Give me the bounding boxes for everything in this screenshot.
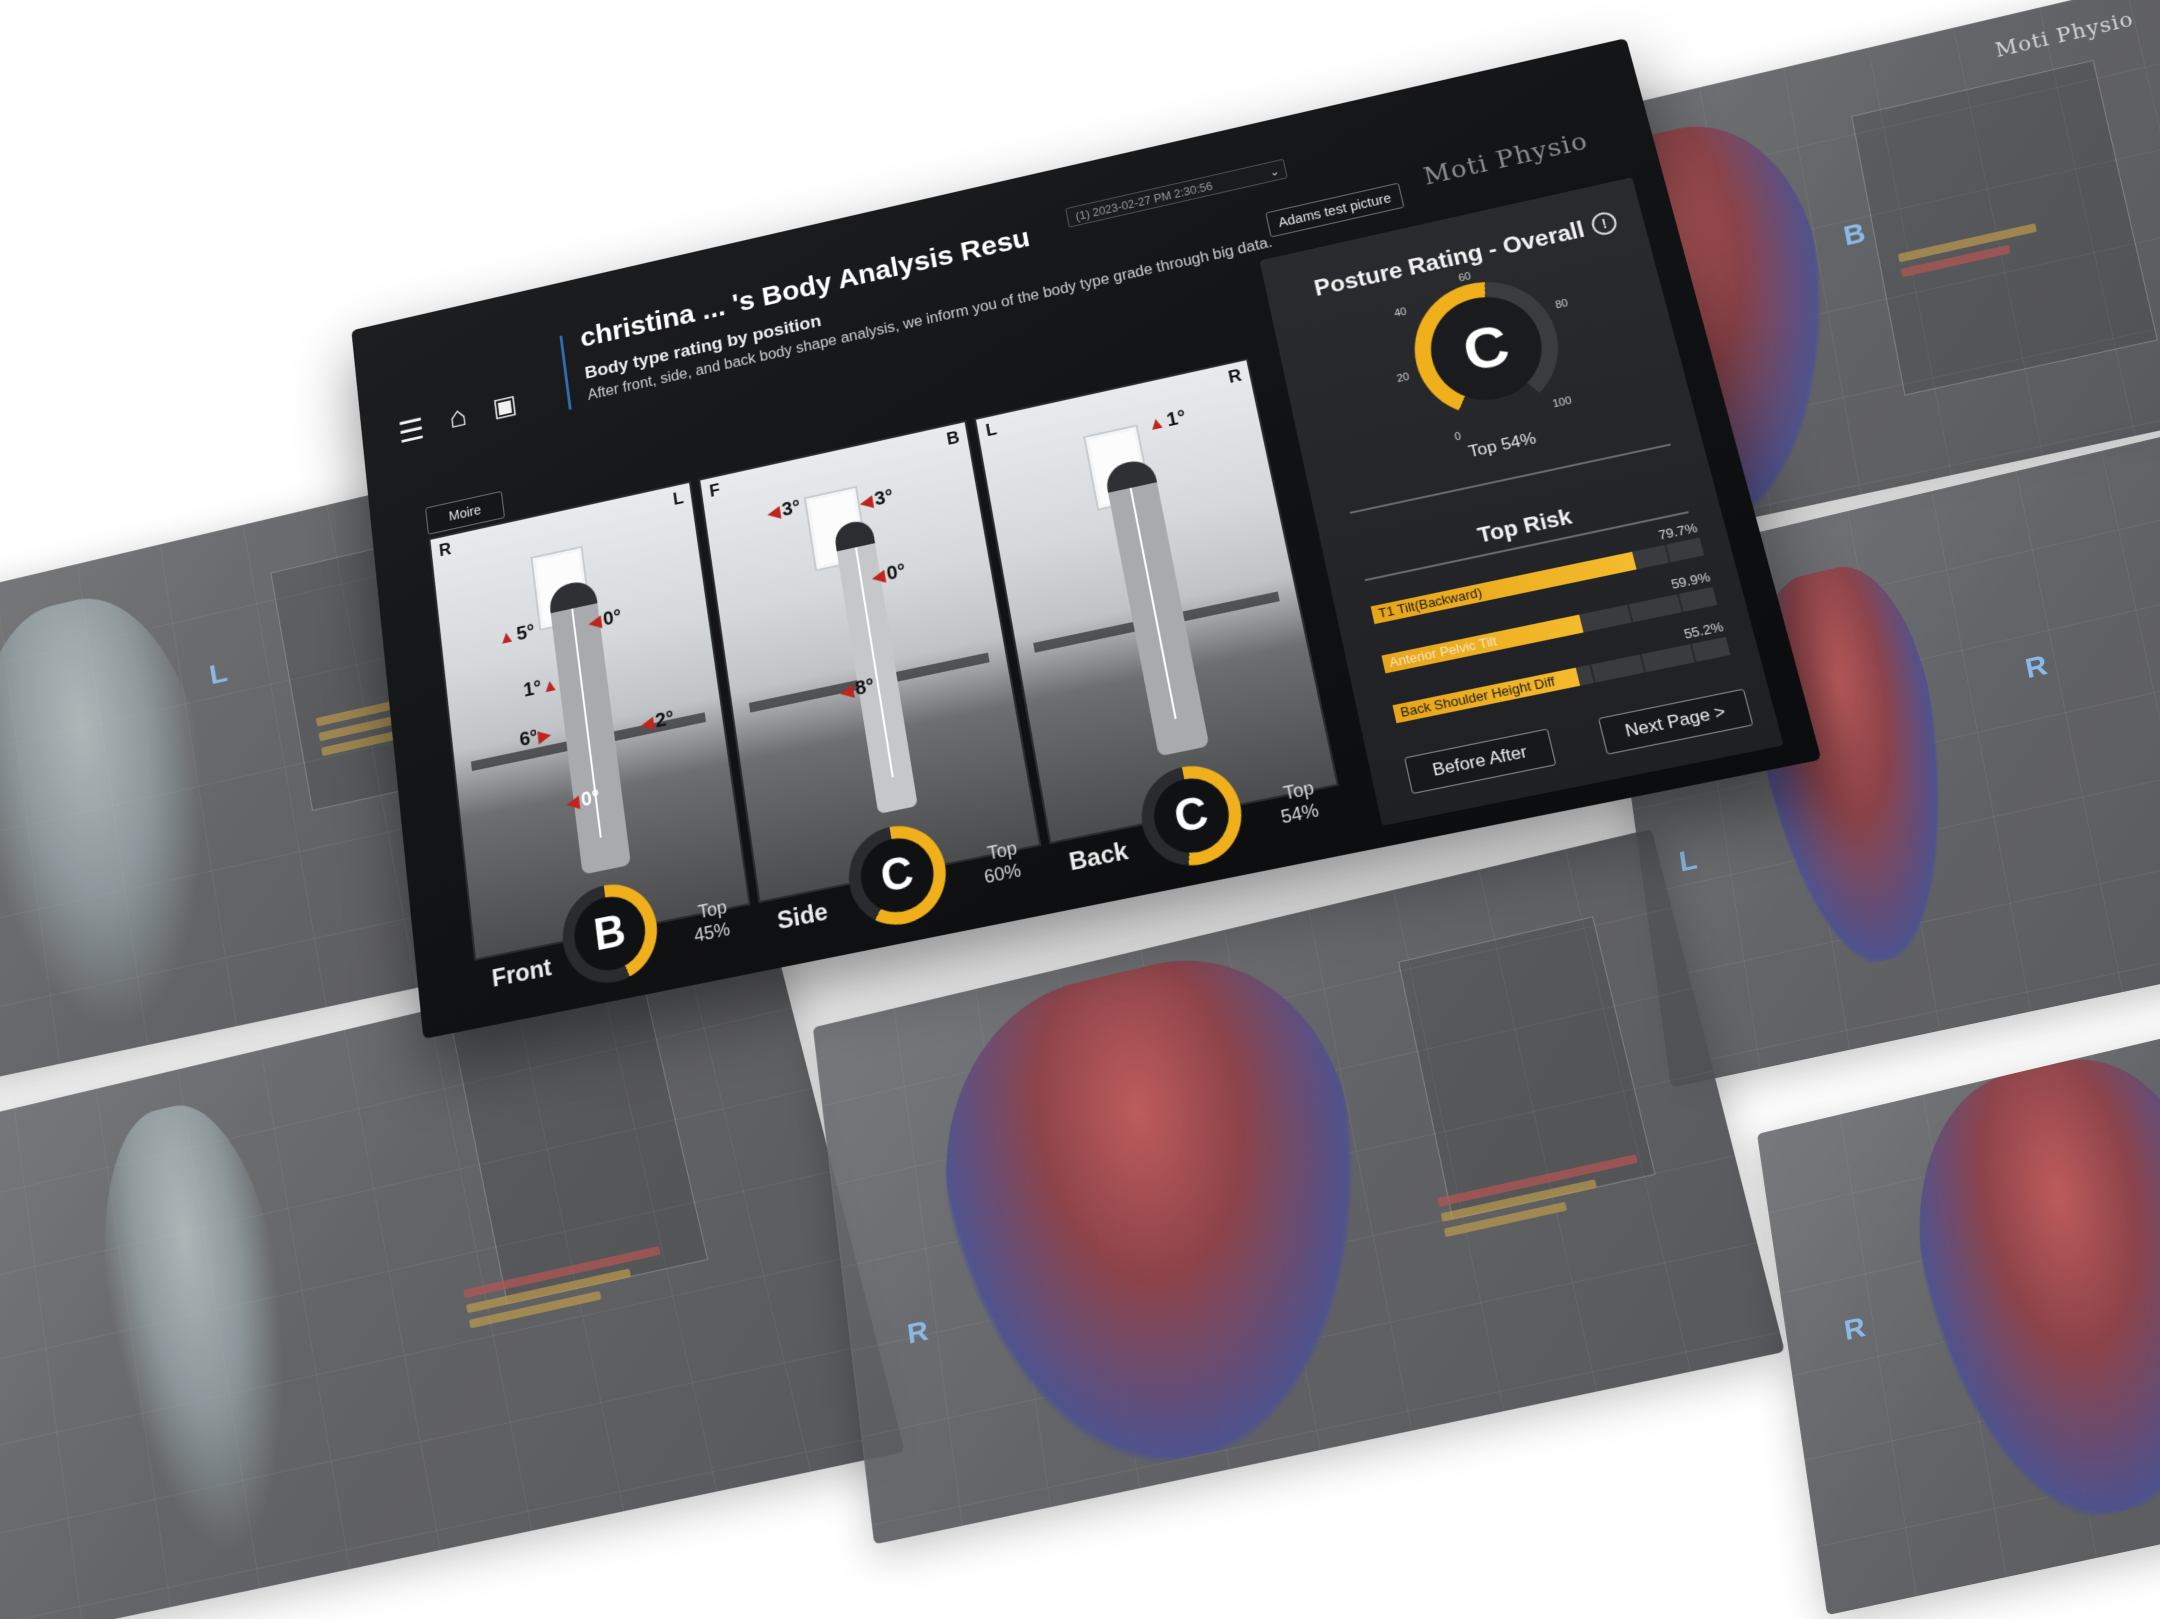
gauge-tick: 80: [1554, 297, 1570, 312]
right-marker: B: [945, 427, 961, 449]
arrow-left-icon: ◀: [870, 565, 887, 588]
top-risk-title: Top Risk: [1475, 503, 1575, 548]
arrow-left-icon: ◀: [765, 501, 782, 524]
top-percent: Top 54%: [1279, 777, 1321, 828]
angle-label: ◀3°: [858, 485, 895, 513]
angle-label: ◀2°: [639, 707, 676, 735]
background-letter: R: [905, 1314, 930, 1351]
before-after-button[interactable]: Before After: [1404, 728, 1557, 795]
arrow-left-icon: ◀: [564, 791, 581, 814]
stage: Moti Physio B L R L R R Moti Physio ☰ ⌂ …: [0, 0, 2160, 1619]
grade-letter: C: [855, 831, 940, 919]
background-letter: R: [1842, 1311, 1868, 1347]
overall-top-percent: Top 54%: [1466, 428, 1538, 462]
home-icon[interactable]: ⌂: [440, 397, 476, 436]
gauge-tick: 0: [1453, 430, 1463, 444]
view-label: Side: [775, 897, 830, 936]
arrow-up-icon: ▲: [497, 625, 516, 649]
arrow-right-icon: ▶: [536, 724, 552, 747]
top-percent: Top 45%: [692, 896, 732, 947]
arrow-up-icon: ▲: [540, 674, 560, 697]
contact-card-icon[interactable]: ▣: [487, 387, 523, 426]
gauge-tick: 100: [1551, 394, 1573, 411]
chevron-down-icon: ⌄: [1268, 164, 1281, 180]
gauge-tick: 60: [1457, 270, 1473, 285]
left-marker: L: [984, 419, 999, 440]
person-figure: [1102, 457, 1210, 757]
risk-label: Back Shoulder Height Diff: [1398, 673, 1557, 721]
angle-label: 1°▲: [522, 674, 560, 702]
arrow-left-icon: ◀: [838, 680, 856, 703]
view-label: Front: [490, 953, 554, 993]
background-screen-bottom-center: R: [812, 828, 1785, 1545]
arrow-up-icon: ▲: [1145, 412, 1167, 435]
left-marker: R: [438, 539, 453, 561]
page-subtitle: Body type rating by position: [583, 311, 823, 384]
gauge-tick: 20: [1395, 371, 1411, 385]
background-screen-bottom-right: R: [1756, 1019, 2160, 1616]
angle-label: ▲5°: [497, 620, 536, 649]
right-marker: R: [1226, 365, 1244, 387]
grade-letter: B: [570, 890, 650, 977]
grade-letter: C: [1147, 771, 1236, 860]
divider: [1349, 443, 1671, 514]
top-percent: Top 60%: [982, 837, 1023, 888]
arrow-left-icon: ◀: [858, 491, 875, 513]
arrow-left-icon: ◀: [587, 611, 603, 633]
angle-label: ◀3°: [765, 496, 802, 524]
angle-label: ▲1°: [1145, 406, 1188, 435]
header-divider: [559, 335, 572, 410]
view-label: Back: [1067, 837, 1131, 877]
overall-gauge: C: [1401, 268, 1573, 429]
next-page-button[interactable]: Next Page >: [1598, 688, 1754, 755]
arrow-left-icon: ◀: [639, 712, 655, 735]
left-marker: F: [708, 480, 722, 501]
right-marker: L: [671, 488, 685, 509]
info-icon[interactable]: !: [1589, 210, 1620, 238]
menu-icon[interactable]: ☰: [393, 411, 429, 450]
